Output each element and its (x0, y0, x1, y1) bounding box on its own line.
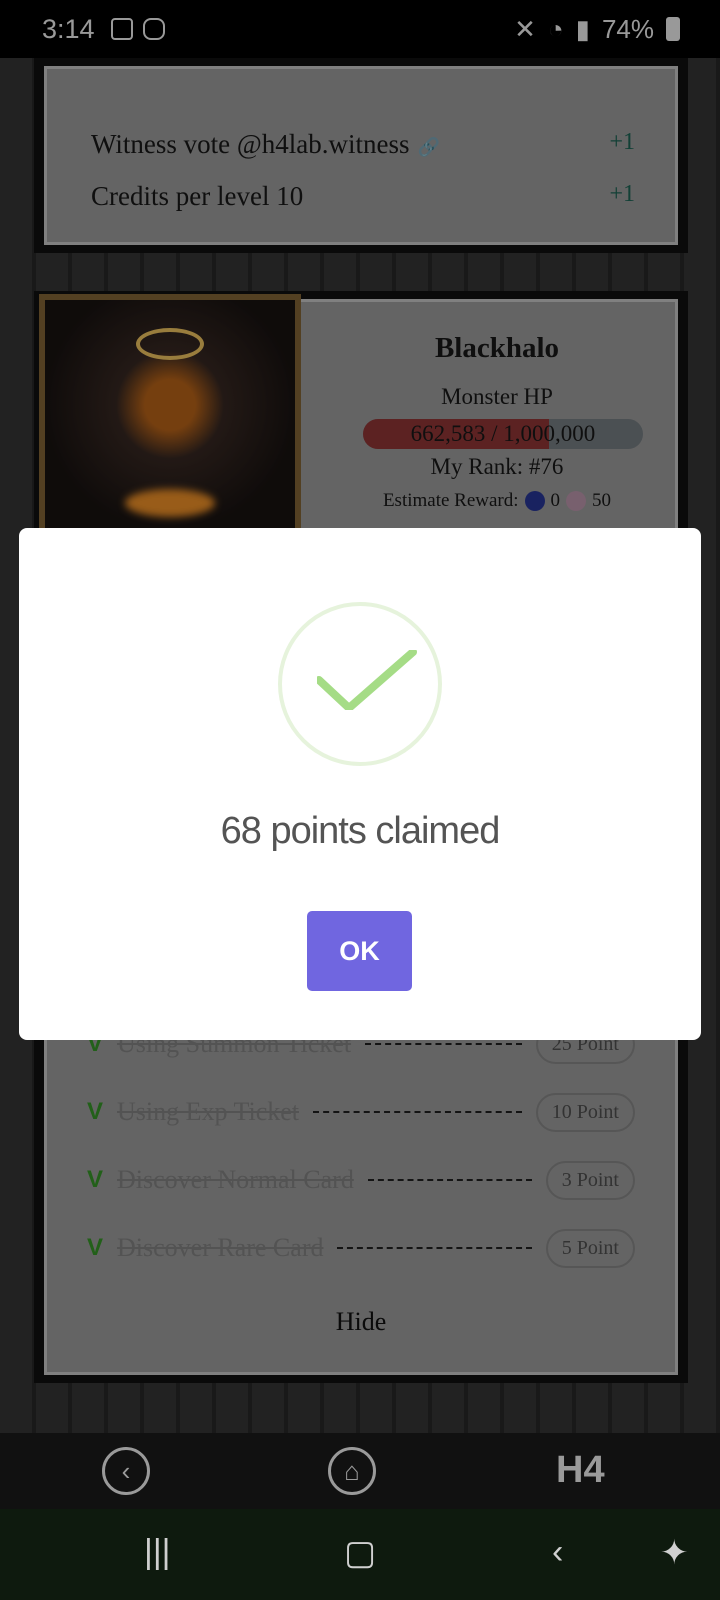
recent-apps-icon[interactable]: ||| (144, 1533, 171, 1572)
system-nav-bar: ||| ▢ ‹ ✦ (0, 1509, 720, 1600)
app-nav-bar: ‹ ⌂ H4 (0, 1433, 720, 1509)
h4-logo[interactable]: H4 (556, 1449, 605, 1492)
accessibility-icon[interactable]: ✦ (660, 1533, 689, 1573)
ok-button[interactable]: OK (307, 911, 412, 991)
success-dialog: 68 points claimed OK (19, 528, 701, 1040)
checkmark-icon (317, 650, 417, 710)
dialog-title: 68 points claimed (220, 810, 501, 852)
back-arrow-icon[interactable]: ‹ (102, 1447, 150, 1495)
home-button-icon[interactable]: ▢ (344, 1533, 376, 1573)
system-back-icon[interactable]: ‹ (552, 1533, 563, 1572)
home-icon[interactable]: ⌂ (328, 1447, 376, 1495)
success-ring (278, 602, 442, 766)
